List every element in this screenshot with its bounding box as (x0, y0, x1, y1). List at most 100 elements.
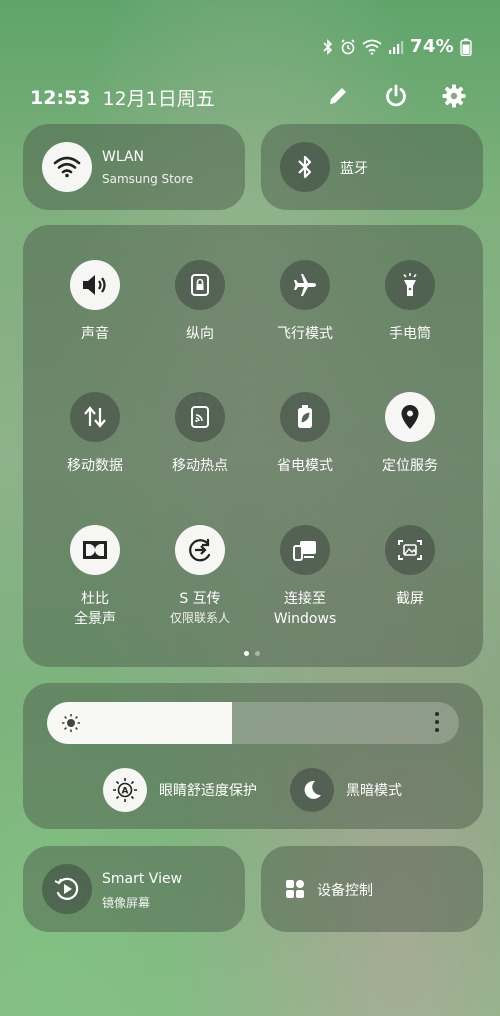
clock-time: 12:53 (30, 86, 91, 109)
flashlight-icon (403, 273, 417, 296)
data-transfer-icon (84, 406, 106, 428)
dark-mode[interactable]: 黑暗模式 (290, 768, 402, 812)
signal-icon (388, 39, 404, 55)
quick-settings-grid: 声音 纵向 飞行模式 手电筒 移动数据 移动热点 省电模式 定位服务 杜比 全景… (23, 225, 483, 667)
qs-power-saving[interactable]: 省电模式 (250, 392, 360, 476)
clock-date: 12:53 12月1日周五 (30, 84, 215, 111)
qs-link-windows-line1: 连接至 (284, 591, 326, 607)
qs-quick-share[interactable]: S 互传 仅限联系人 (145, 525, 255, 627)
speaker-icon (83, 275, 106, 295)
qs-hotspot-label: 移动热点 (172, 458, 228, 474)
qs-dolby-label: 杜比 全景声 (40, 589, 150, 629)
quick-share-toggle[interactable] (175, 525, 225, 575)
wifi-toggle[interactable] (42, 142, 92, 192)
airplane-toggle[interactable] (280, 260, 330, 310)
qs-portrait-lock[interactable]: 纵向 (145, 260, 255, 344)
eye-comfort-shield[interactable]: A 眼睛舒适度保护 (103, 768, 257, 812)
qs-portrait-label: 纵向 (186, 326, 214, 342)
qs-airplane[interactable]: 飞行模式 (250, 260, 360, 344)
qs-dolby-atmos[interactable]: 杜比 全景声 (40, 525, 150, 629)
bluetooth-status-icon (322, 38, 334, 55)
smart-view-subtitle: 镜像屏幕 (102, 896, 151, 910)
bluetooth-title: 蓝牙 (340, 161, 368, 177)
smart-view-icon (54, 877, 79, 900)
link-to-windows-icon (293, 541, 316, 561)
qs-location-label: 定位服务 (382, 458, 438, 474)
dolby-icon (83, 541, 107, 559)
smart-view-tile[interactable]: Smart View 镜像屏幕 (23, 846, 245, 932)
eye-comfort-toggle[interactable]: A (103, 768, 147, 812)
qs-dolby-label-line2: 全景声 (74, 611, 116, 627)
battery-percentage: 74% (410, 36, 454, 57)
wifi-icon (53, 156, 81, 178)
sun-icon (61, 713, 81, 737)
qs-quick-share-sub: 仅限联系人 (169, 611, 230, 625)
qs-link-to-windows[interactable]: 连接至 Windows (250, 525, 360, 629)
qs-location[interactable]: 定位服务 (355, 392, 465, 476)
quick-share-icon (189, 539, 211, 562)
location-toggle[interactable] (385, 392, 435, 442)
date-text: 12月1日周五 (102, 88, 215, 110)
pencil-icon (330, 88, 346, 104)
bluetooth-toggle[interactable] (280, 142, 330, 192)
qs-link-windows-line2: Windows (273, 611, 337, 627)
qs-hotspot[interactable]: 移动热点 (145, 392, 255, 476)
wlan-network-name: Samsung Store (102, 172, 194, 186)
qs-screenshot[interactable]: 截屏 (355, 525, 465, 609)
settings-button[interactable] (438, 80, 470, 112)
dark-mode-label: 黑暗模式 (346, 783, 402, 799)
bluetooth-icon (298, 155, 312, 179)
page-dot-2 (255, 651, 260, 656)
wlan-title: WLAN (102, 149, 145, 165)
qs-mobile-data[interactable]: 移动数据 (40, 392, 150, 476)
flashlight-toggle[interactable] (385, 260, 435, 310)
qs-quick-share-label: S 互传 仅限联系人 (145, 589, 255, 627)
qs-flashlight[interactable]: 手电筒 (355, 260, 465, 344)
more-options-icon[interactable] (435, 712, 439, 732)
qs-sound[interactable]: 声音 (40, 260, 150, 344)
edit-button[interactable] (322, 80, 354, 112)
battery-leaf-icon (298, 405, 312, 428)
device-control-tile[interactable]: 设备控制 (261, 846, 483, 932)
mobile-data-toggle[interactable] (70, 392, 120, 442)
eye-comfort-icon: A (113, 778, 137, 802)
eye-comfort-label: 眼睛舒适度保护 (159, 783, 257, 799)
power-button[interactable] (380, 80, 412, 112)
status-bar-icons: 74% (322, 36, 472, 57)
page-indicator (244, 651, 260, 656)
portrait-toggle[interactable] (175, 260, 225, 310)
device-control-icon (285, 879, 305, 903)
brightness-slider[interactable] (47, 702, 459, 744)
smart-view-toggle[interactable] (42, 864, 92, 914)
moon-icon (304, 780, 321, 799)
battery-icon (460, 38, 472, 56)
qs-dolby-label-line1: 杜比 (81, 591, 109, 607)
alarm-icon (340, 38, 356, 55)
qs-mobile-data-label: 移动数据 (67, 458, 123, 474)
bluetooth-tile[interactable]: 蓝牙 (261, 124, 483, 210)
wifi-status-icon (362, 39, 382, 55)
dark-mode-toggle[interactable] (290, 768, 334, 812)
wlan-tile[interactable]: WLAN Samsung Store (23, 124, 245, 210)
smart-view-title: Smart View (102, 871, 183, 887)
dolby-toggle[interactable] (70, 525, 120, 575)
qs-link-windows-label: 连接至 Windows (250, 589, 360, 629)
qs-sound-label: 声音 (81, 326, 109, 342)
airplane-icon (294, 274, 316, 296)
device-control-title: 设备控制 (317, 883, 373, 899)
sound-toggle[interactable] (70, 260, 120, 310)
power-icon (386, 84, 406, 107)
qs-power-saving-label: 省电模式 (277, 458, 333, 474)
qs-flashlight-label: 手电筒 (389, 326, 431, 342)
page-dot-1 (244, 651, 249, 656)
link-windows-toggle[interactable] (280, 525, 330, 575)
hotspot-icon (191, 406, 209, 428)
rotation-lock-icon (191, 274, 209, 296)
power-saving-toggle[interactable] (280, 392, 330, 442)
screenshot-toggle[interactable] (385, 525, 435, 575)
qs-quick-share-title: S 互传 (179, 591, 221, 607)
gear-icon (442, 84, 466, 108)
location-pin-icon (401, 405, 419, 429)
hotspot-toggle[interactable] (175, 392, 225, 442)
qs-airplane-label: 飞行模式 (277, 326, 333, 342)
